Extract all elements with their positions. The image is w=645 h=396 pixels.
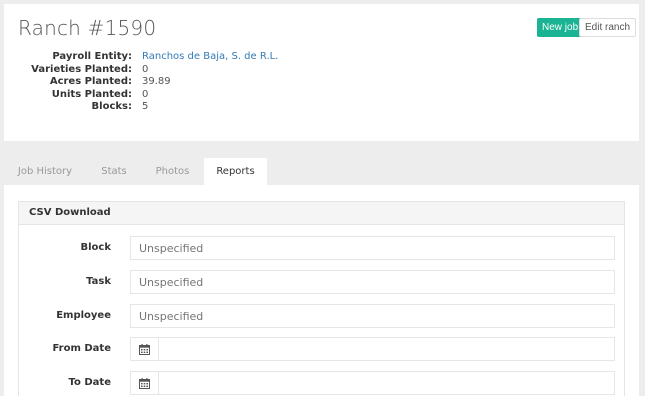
calendar-icon[interactable] [131,338,159,360]
form-row-from-date: From Date [19,337,626,361]
from-date-label: From Date [52,343,111,354]
panel-title: CSV Download [19,202,624,225]
block-select[interactable] [130,236,615,260]
tab-photos[interactable]: Photos [142,158,203,185]
detail-label: Acres Planted: [49,76,132,87]
tab-reports[interactable]: Reports [204,158,267,185]
csv-download-panel: CSV Download Block Task Employee From Da… [18,201,625,396]
detail-label: Blocks: [91,101,132,112]
from-date-field[interactable] [159,338,614,360]
calendar-icon[interactable] [131,372,159,394]
block-label: Block [80,242,112,253]
task-label: Task [86,276,111,287]
form-row-employee: Employee [19,304,626,328]
reports-content: CSV Download Block Task Employee From Da… [4,185,639,396]
task-select[interactable] [130,270,615,294]
payroll-entity-link[interactable]: Ranchos de Baja, S. de R.L. [142,51,278,64]
detail-value: 0 [142,88,149,100]
detail-label: Units Planted: [51,88,132,100]
tab-job-history[interactable]: Job History [4,158,86,185]
from-date-input-group [130,337,615,361]
form-row-to-date: To Date [19,371,626,395]
form-row-block: Block [19,236,626,260]
detail-value: 39.89 [142,76,171,87]
detail-label: Payroll Entity: [52,51,132,62]
form-row-task: Task [19,270,626,294]
to-date-label: To Date [68,377,111,388]
ranch-header-card: Ranch #1590 New job Edit ranch Payroll E… [4,4,639,141]
to-date-field[interactable] [159,372,614,394]
detail-value: 0 [142,63,149,75]
page-title: Ranch #1590 [18,16,157,40]
detail-label: Varieties Planted: [31,63,132,75]
to-date-input-group [130,371,615,395]
detail-value: 5 [142,101,149,112]
employee-select[interactable] [130,304,615,328]
ranch-tabs: Job History Stats Photos Reports [4,158,639,185]
new-job-button[interactable]: New job [537,18,584,37]
tab-stats[interactable]: Stats [86,158,142,185]
edit-ranch-button[interactable]: Edit ranch [579,18,637,37]
employee-label: Employee [56,310,111,321]
